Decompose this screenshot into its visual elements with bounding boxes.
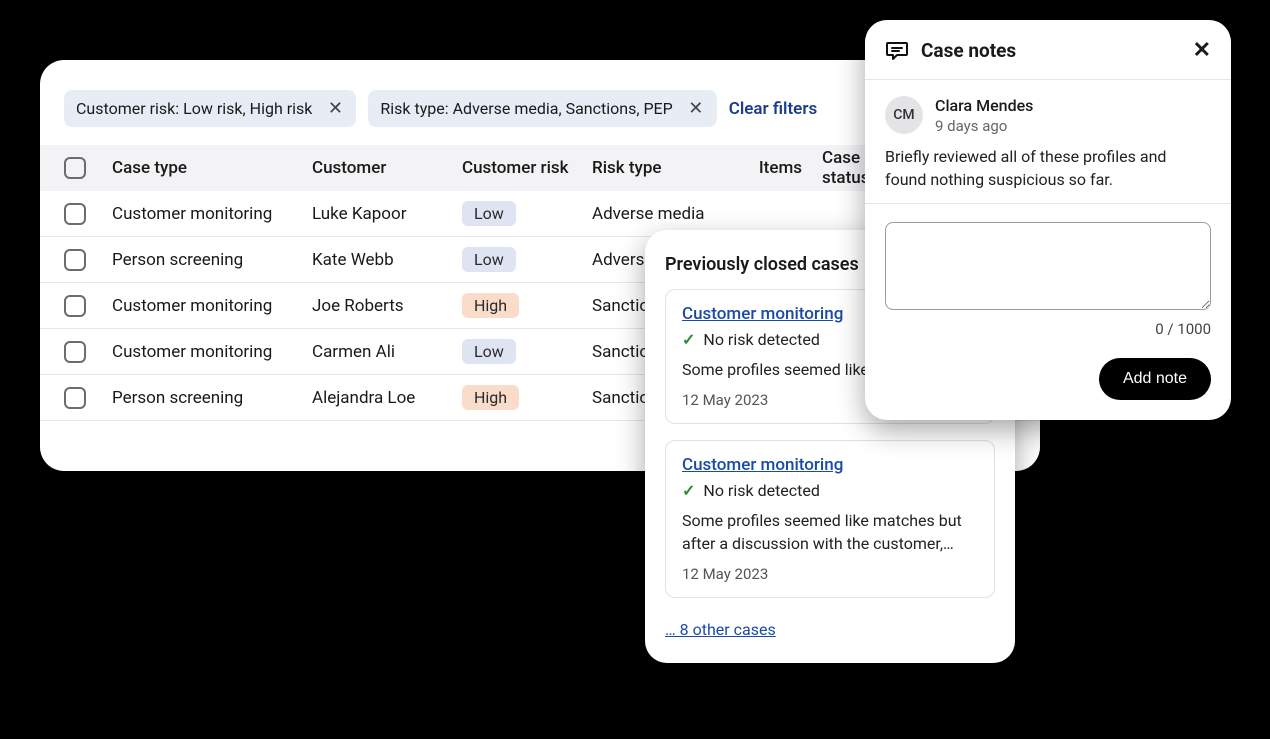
cell-customer-risk: Low	[462, 339, 592, 364]
cell-case-type: Customer monitoring	[112, 342, 312, 362]
risk-badge: Low	[462, 247, 516, 272]
filter-chip-risk-type[interactable]: Risk type: Adverse media, Sanctions, PEP…	[368, 90, 716, 127]
cell-customer-risk: High	[462, 385, 592, 410]
filter-chip-label: Customer risk: Low risk, High risk	[76, 99, 312, 118]
cell-case-type: Person screening	[112, 250, 312, 270]
avatar: CM	[885, 96, 923, 134]
clear-filters-link[interactable]: Clear filters	[729, 99, 817, 119]
col-header-risk-type[interactable]: Risk type	[592, 158, 722, 178]
add-note-button[interactable]: Add note	[1099, 358, 1211, 400]
notes-header: Case notes ✕	[865, 20, 1231, 80]
cell-risk-type: Adverse media	[592, 204, 722, 224]
existing-note: CM Clara Mendes 9 days ago Briefly revie…	[865, 80, 1231, 204]
note-timestamp: 9 days ago	[935, 117, 1033, 135]
note-author-name: Clara Mendes	[935, 96, 1033, 115]
risk-status-text: No risk detected	[703, 330, 820, 349]
risk-badge: Low	[462, 201, 516, 226]
cell-customer: Alejandra Loe	[312, 388, 462, 408]
close-icon[interactable]: ✕	[326, 98, 344, 119]
more-cases-link[interactable]: … 8 other cases	[665, 620, 776, 639]
cell-customer: Carmen Ali	[312, 342, 462, 362]
cell-customer: Joe Roberts	[312, 296, 462, 316]
risk-badge: High	[462, 385, 519, 410]
closed-case-link[interactable]: Customer monitoring	[682, 304, 843, 324]
row-checkbox[interactable]	[64, 341, 86, 363]
close-icon[interactable]: ✕	[687, 98, 705, 119]
cell-case-type: Customer monitoring	[112, 296, 312, 316]
cell-customer-risk: High	[462, 293, 592, 318]
closed-case-desc: Some profiles seemed like matches but af…	[682, 510, 978, 555]
check-icon: ✓	[682, 330, 695, 349]
note-textarea[interactable]	[885, 222, 1211, 310]
row-checkbox[interactable]	[64, 295, 86, 317]
note-text: Briefly reviewed all of these profiles a…	[885, 145, 1211, 191]
row-checkbox[interactable]	[64, 203, 86, 225]
cell-customer-risk: Low	[462, 247, 592, 272]
closed-case-item[interactable]: Customer monitoring ✓ No risk detected S…	[665, 440, 995, 598]
char-count: 0 / 1000	[885, 320, 1211, 338]
chat-icon	[885, 40, 909, 62]
risk-status-text: No risk detected	[703, 481, 820, 500]
col-header-customer[interactable]: Customer	[312, 158, 462, 178]
closed-case-link[interactable]: Customer monitoring	[682, 455, 843, 475]
cell-customer: Kate Webb	[312, 250, 462, 270]
col-header-case-type[interactable]: Case type	[112, 158, 312, 178]
row-checkbox[interactable]	[64, 249, 86, 271]
col-header-customer-risk[interactable]: Customer risk	[462, 158, 592, 178]
check-icon: ✓	[682, 481, 695, 500]
close-icon[interactable]: ✕	[1193, 38, 1211, 63]
risk-badge: High	[462, 293, 519, 318]
col-header-items[interactable]: Items	[722, 158, 802, 178]
case-notes-panel: Case notes ✕ CM Clara Mendes 9 days ago …	[865, 20, 1231, 420]
select-all-checkbox[interactable]	[64, 157, 86, 179]
filter-chip-customer-risk[interactable]: Customer risk: Low risk, High risk ✕	[64, 90, 356, 127]
row-checkbox[interactable]	[64, 387, 86, 409]
risk-status-line: ✓ No risk detected	[682, 481, 978, 500]
filter-chip-label: Risk type: Adverse media, Sanctions, PEP	[380, 99, 672, 118]
cell-case-type: Customer monitoring	[112, 204, 312, 224]
notes-title: Case notes	[921, 39, 1181, 62]
cell-customer-risk: Low	[462, 201, 592, 226]
closed-case-date: 12 May 2023	[682, 565, 978, 583]
cell-case-type: Person screening	[112, 388, 312, 408]
cell-customer: Luke Kapoor	[312, 204, 462, 224]
note-compose-area: 0 / 1000 Add note	[865, 204, 1231, 420]
risk-badge: Low	[462, 339, 516, 364]
